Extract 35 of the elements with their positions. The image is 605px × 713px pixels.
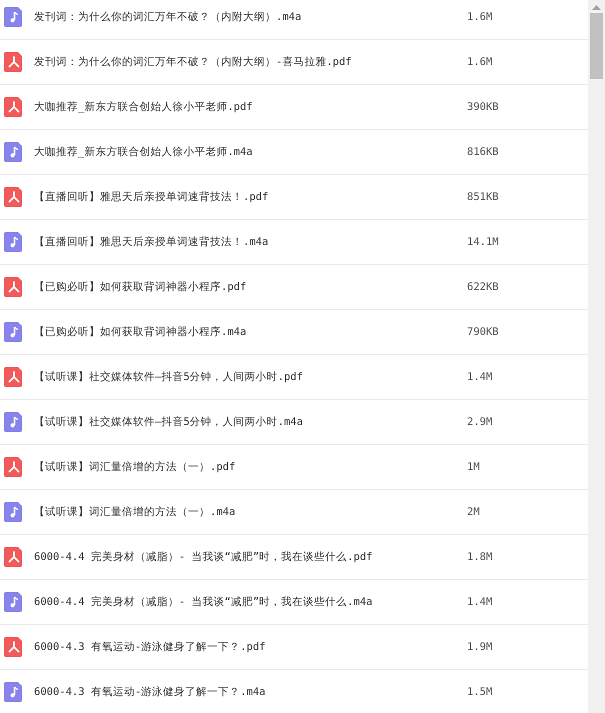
file-name[interactable]: 6000-4.4 完美身材（减脂）- 当我谈“减肥”时，我在谈些什么.m4a <box>34 595 467 609</box>
file-size: 1.6M <box>467 56 494 68</box>
file-size: 14.1M <box>467 236 500 248</box>
file-name[interactable]: 大咖推荐_新东方联合创始人徐小平老师.pdf <box>34 100 467 114</box>
file-name[interactable]: 【直播回听】雅思天后亲授单词速背技法！.m4a <box>34 235 467 249</box>
file-size: 2.9M <box>467 416 494 428</box>
file-name[interactable]: 【试听课】词汇量倍增的方法（一）.m4a <box>34 505 467 519</box>
file-name[interactable]: 【已购必听】如何获取背词神器小程序.pdf <box>34 280 467 294</box>
file-size: 1.8M <box>467 551 494 563</box>
file-name[interactable]: 大咖推荐_新东方联合创始人徐小平老师.m4a <box>34 145 467 159</box>
file-size: 1.6M <box>467 11 494 23</box>
file-size: 1M <box>467 461 481 473</box>
file-size: 1.4M <box>467 596 494 608</box>
file-name[interactable]: 【试听课】社交媒体软件—抖音5分钟，人间两小时.pdf <box>34 370 467 384</box>
file-name[interactable]: 发刊词：为什么你的词汇万年不破？（内附大纲）-喜马拉雅.pdf <box>34 55 467 69</box>
file-size: 2M <box>467 506 481 518</box>
file-size: 390KB <box>467 101 500 113</box>
file-name[interactable]: 6000-4.3 有氧运动-游泳健身了解一下？.pdf <box>34 640 467 654</box>
file-size: 622KB <box>467 281 500 293</box>
file-size: 851KB <box>467 191 500 203</box>
file-size: 1.5M <box>467 686 494 698</box>
scroll-thumb[interactable] <box>590 13 603 79</box>
file-size: 1.9M <box>467 641 494 653</box>
file-name[interactable]: 【试听课】词汇量倍增的方法（一）.pdf <box>34 460 467 474</box>
file-name[interactable]: 6000-4.4 完美身材（减脂）- 当我谈“减肥”时，我在谈些什么.pdf <box>34 550 467 564</box>
file-size: 790KB <box>467 326 500 338</box>
file-name[interactable]: 【已购必听】如何获取背词神器小程序.m4a <box>34 325 467 339</box>
file-name[interactable]: 6000-4.3 有氧运动-游泳健身了解一下？.m4a <box>34 685 467 699</box>
file-name[interactable]: 【试听课】社交媒体软件—抖音5分钟，人间两小时.m4a <box>34 415 467 429</box>
scrollbar[interactable] <box>588 0 605 713</box>
file-size: 1.4M <box>467 371 494 383</box>
file-name[interactable]: 发刊词：为什么你的词汇万年不破？（内附大纲）.m4a <box>34 10 467 24</box>
scroll-up-icon[interactable] <box>592 5 601 10</box>
file-size: 816KB <box>467 146 500 158</box>
file-name[interactable]: 【直播回听】雅思天后亲授单词速背技法！.pdf <box>34 190 467 204</box>
